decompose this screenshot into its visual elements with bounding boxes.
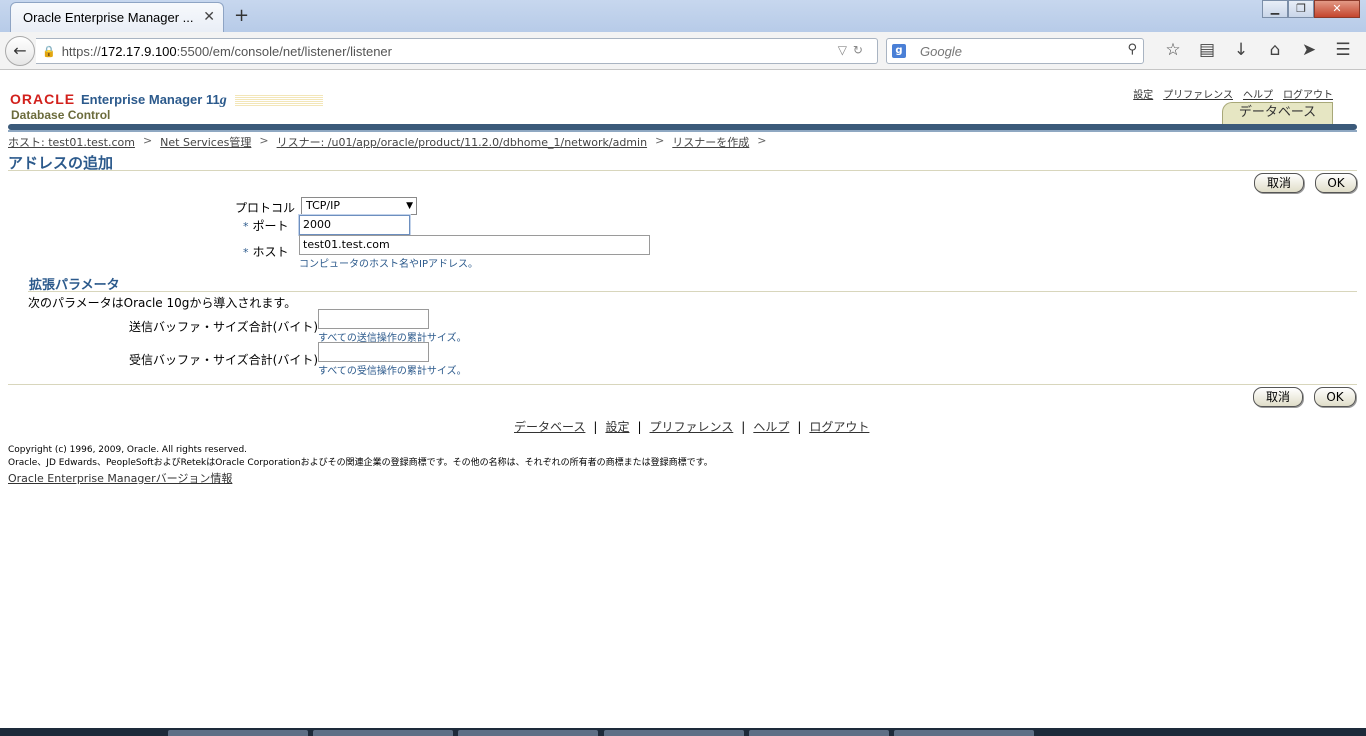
breadcrumb-separator: > [259,134,269,147]
port-label-row: * ポート [243,217,289,234]
logo-subtitle: Database Control [11,108,111,122]
protocol-select-value: TCP/IP [306,199,340,212]
ok-button-bottom[interactable]: OK [1314,387,1356,407]
advanced-description: 次のパラメータはOracle 10gから導入されます。 [28,296,297,310]
breadcrumb-separator: > [757,134,767,147]
footer-separator: | [637,419,642,434]
global-link-logout[interactable]: ログアウト [1283,86,1333,101]
send-buffer-label: 送信バッファ・サイズ合計(バイト) [129,320,319,334]
header-bar-underline [8,130,1357,132]
taskbar-item[interactable] [458,730,598,736]
taskbar-item[interactable] [313,730,453,736]
send-icon[interactable]: ➤ [1292,40,1326,60]
global-link-settings[interactable]: 設定 [1133,86,1153,101]
footer-separator: | [741,419,746,434]
recv-buffer-label: 受信バッファ・サイズ合計(バイト) [129,353,319,367]
port-label: ポート [252,219,289,233]
footer-link-logout[interactable]: ログアウト [809,418,869,435]
title-divider [8,170,1357,171]
host-label: ホスト [252,245,289,259]
recv-buffer-hint: すべての受信操作の累計サイズ。 [318,366,467,377]
copyright: Copyright (c) 1996, 2009, Oracle. All ri… [8,444,713,470]
footer-separator: | [593,419,598,434]
url-text: https://172.17.9.100:5500/em/console/net… [61,43,392,59]
download-icon[interactable]: ↓ [1224,40,1258,60]
search-icon[interactable]: ⚲ [1127,42,1137,57]
advanced-divider [28,291,1357,292]
taskbar-item[interactable] [749,730,889,736]
breadcrumb-separator: > [142,134,153,147]
cancel-button-bottom[interactable]: 取消 [1253,387,1303,407]
cancel-button-top[interactable]: 取消 [1254,173,1304,193]
breadcrumb-host[interactable]: ホスト: test01.test.com [8,134,135,150]
minimize-icon[interactable]: ▁ [1262,0,1288,18]
star-icon[interactable]: ☆ [1156,40,1190,60]
footer-link-settings[interactable]: 設定 [605,418,629,435]
footer-links: データベース | 設定 | プリファレンス | ヘルプ | ログアウト [514,418,869,435]
breadcrumb-create-listener[interactable]: リスナーを作成 [672,134,749,150]
host-label-row: * ホスト [243,243,289,260]
bookmarks-icon[interactable]: ▤ [1190,40,1224,60]
logo-stripes [234,94,323,107]
search-bar[interactable]: g Google ⚲ [886,38,1144,64]
footer-link-preferences[interactable]: プリファレンス [650,418,734,435]
reload-icon[interactable]: ▽↻ [838,43,869,57]
taskbar-item[interactable] [894,730,1034,736]
tab-title: Oracle Enterprise Manager ... [23,10,194,25]
taskbar-item[interactable] [604,730,744,736]
copyright-line-1: Copyright (c) 1996, 2009, Oracle. All ri… [8,445,248,455]
global-link-preferences[interactable]: プリファレンス [1163,86,1233,101]
new-tab-icon[interactable]: + [234,5,249,26]
browser-tab[interactable]: Oracle Enterprise Manager ... ✕ [10,2,224,32]
ok-button-top[interactable]: OK [1315,173,1357,193]
bottom-divider [8,384,1357,385]
send-buffer-input[interactable] [318,309,429,329]
search-engine-icon[interactable]: g [892,44,906,58]
taskbar-item[interactable] [168,730,308,736]
footer-link-help[interactable]: ヘルプ [753,418,789,435]
tab-database[interactable]: データベース [1222,102,1333,124]
window-close-icon[interactable]: ✕ [1314,0,1360,18]
lock-icon: 🔒 [42,44,56,58]
breadcrumb-listener[interactable]: リスナー: /u01/app/oracle/product/11.2.0/dbh… [277,134,647,150]
url-bar[interactable]: 🔒 https://172.17.9.100:5500/em/console/n… [36,38,878,64]
breadcrumb-net-services[interactable]: Net Services管理 [160,134,251,150]
copyright-line-2: Oracle、JD Edwards、PeopleSoftおよびRetekはOra… [8,458,713,468]
global-link-help[interactable]: ヘルプ [1243,86,1273,101]
browser-title-bar: Oracle Enterprise Manager ... ✕ + ▁ ❐ ✕ [0,0,1366,32]
protocol-label: プロトコル [235,201,296,215]
protocol-select[interactable]: TCP/IP ▼ [301,197,417,215]
breadcrumb: ホスト: test01.test.com > Net Services管理 > … [8,134,775,150]
menu-icon[interactable]: ☰ [1326,40,1360,60]
restore-icon[interactable]: ❐ [1288,0,1314,18]
toolbar-icons: ☆ ▤ ↓ ⌂ ➤ ☰ [1156,40,1360,60]
host-input[interactable]: test01.test.com [299,235,650,255]
browser-nav-bar: ← 🔒 https://172.17.9.100:5500/em/console… [0,32,1366,70]
footer-separator: | [797,419,802,434]
oracle-logo: ORACLE Enterprise Manager 11g [10,91,323,109]
home-icon[interactable]: ⌂ [1258,40,1292,60]
required-mark: * [243,246,249,259]
global-links: 設定 プリファレンス ヘルプ ログアウト [1133,86,1333,101]
tab-close-icon[interactable]: ✕ [203,9,215,25]
search-placeholder: Google [920,43,962,59]
breadcrumb-separator: > [655,134,665,147]
recv-buffer-input[interactable] [318,342,429,362]
window-controls: ▁ ❐ ✕ [1262,0,1360,18]
chevron-down-icon: ▼ [406,201,413,211]
footer-link-database[interactable]: データベース [514,418,585,435]
port-input[interactable]: 2000 [299,215,410,235]
required-mark: * [243,220,249,233]
version-info-link[interactable]: Oracle Enterprise Managerバージョン情報 [8,470,232,486]
back-arrow-icon[interactable]: ← [5,36,35,66]
host-hint: コンピュータのホスト名やIPアドレス。 [299,259,478,270]
